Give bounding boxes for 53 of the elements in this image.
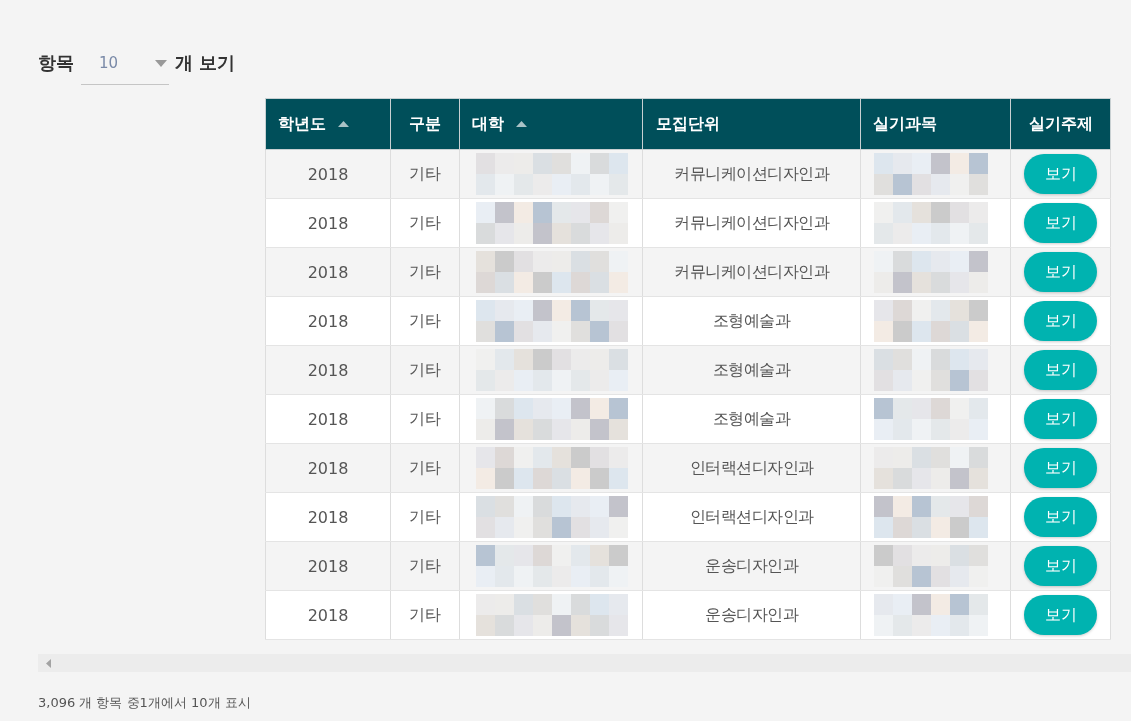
table-cell: 기타 — [390, 443, 460, 493]
table-cell: 인터랙션디자인과 — [642, 492, 861, 542]
table-cell: 운송디자인과 — [642, 590, 861, 640]
view-button[interactable]: 보기 — [1024, 546, 1097, 586]
view-button[interactable]: 보기 — [1024, 252, 1097, 292]
table-cell: 커뮤니케이션디자인과 — [642, 198, 861, 248]
table-cell: 기타 — [390, 492, 460, 542]
view-button[interactable]: 보기 — [1024, 497, 1097, 537]
table-cell: 운송디자인과 — [642, 541, 861, 591]
table-cell: 기타 — [390, 345, 460, 395]
table-cell: 조형예술과 — [642, 345, 861, 395]
caret-icon — [155, 60, 167, 67]
horizontal-scrollbar[interactable] — [38, 654, 1131, 672]
table-cell: 기타 — [390, 296, 460, 346]
table-cell: 인터랙션디자인과 — [642, 443, 861, 493]
view-button[interactable]: 보기 — [1024, 399, 1097, 439]
view-button[interactable]: 보기 — [1024, 595, 1097, 635]
table-cell: 기타 — [390, 541, 460, 591]
table-cell: 기타 — [390, 590, 460, 640]
length-label: 개 보기 — [175, 51, 236, 75]
table-cell: 기타 — [390, 198, 460, 248]
table-cell: 2018 — [265, 198, 391, 248]
view-button[interactable]: 보기 — [1024, 203, 1097, 243]
table-cell: 2018 — [265, 345, 391, 395]
table-cell: 조형예술과 — [642, 296, 861, 346]
table-cell: 커뮤니케이션디자인과 — [642, 247, 861, 297]
scroll-left-icon[interactable] — [46, 658, 51, 668]
column-header[interactable]: 모집단위 — [642, 98, 861, 150]
page-length-select[interactable]: 10 — [81, 49, 169, 85]
view-button[interactable]: 보기 — [1024, 350, 1097, 390]
length-label: 항목 — [38, 51, 74, 75]
table-cell: 2018 — [265, 541, 391, 591]
column-header[interactable]: 대학 — [459, 98, 643, 150]
table-cell: 2018 — [265, 492, 391, 542]
table-info-text: 3,096 개 항목 중1개에서 10개 표시 — [38, 694, 252, 712]
table-cell: 기타 — [390, 394, 460, 444]
table-cell: 기타 — [390, 247, 460, 297]
table-cell: 2018 — [265, 394, 391, 444]
view-button[interactable]: 보기 — [1024, 448, 1097, 488]
view-button[interactable]: 보기 — [1024, 301, 1097, 341]
view-button[interactable]: 보기 — [1024, 154, 1097, 194]
column-header[interactable]: 구분 — [390, 98, 460, 150]
table-cell: 2018 — [265, 590, 391, 640]
table-cell: 2018 — [265, 149, 391, 199]
table-cell: 2018 — [265, 247, 391, 297]
column-header[interactable]: 실기과목 — [860, 98, 1011, 150]
table-cell: 2018 — [265, 296, 391, 346]
column-header[interactable]: 학년도 — [265, 98, 391, 150]
table-cell: 조형예술과 — [642, 394, 861, 444]
column-header[interactable]: 실기주제 — [1010, 98, 1111, 150]
table-cell: 2018 — [265, 443, 391, 493]
table-cell: 커뮤니케이션디자인과 — [642, 149, 861, 199]
table-cell: 기타 — [390, 149, 460, 199]
